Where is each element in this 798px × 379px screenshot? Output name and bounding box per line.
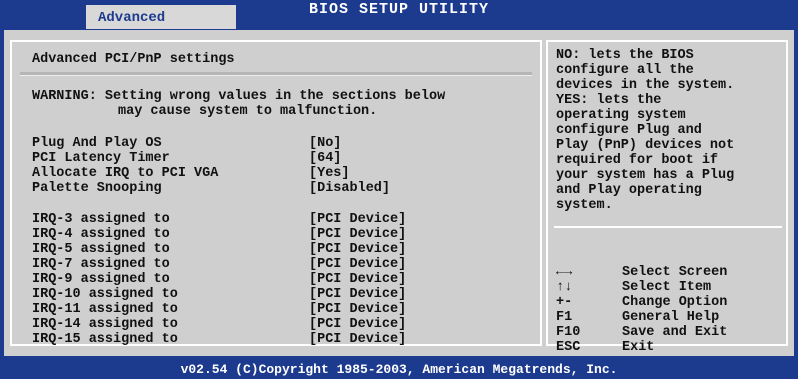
help-line: devices in the system. xyxy=(556,78,735,93)
help-line: operating system xyxy=(556,108,686,123)
irq-11-value[interactable]: [PCI Device] xyxy=(309,302,406,317)
bios-frame: Advanced PCI/PnP settings WARNING: Setti… xyxy=(4,30,794,356)
irq-10-value[interactable]: [PCI Device] xyxy=(309,287,406,302)
irq-5-label: IRQ-5 assigned to xyxy=(32,242,170,257)
irq-3-label: IRQ-3 assigned to xyxy=(32,212,170,227)
tab-advanced[interactable]: Advanced xyxy=(86,5,236,29)
setting-label-plug-and-play-os: Plug And Play OS xyxy=(32,136,162,151)
help-line: required for boot if xyxy=(556,153,719,168)
section-title: Advanced PCI/PnP settings xyxy=(32,52,235,67)
arrows-left-right-icon: ←→ xyxy=(556,265,573,280)
help-line: configure all the xyxy=(556,63,694,78)
irq-7-label: IRQ-7 assigned to xyxy=(32,257,170,272)
help-line: Play (PnP) devices not xyxy=(556,138,735,153)
help-line: your system has a Plug xyxy=(556,168,735,183)
help-line: configure Plug and xyxy=(556,123,702,138)
warning-line-2: may cause system to malfunction. xyxy=(118,104,378,119)
irq-11-label: IRQ-11 assigned to xyxy=(32,302,178,317)
irq-4-label: IRQ-4 assigned to xyxy=(32,227,170,242)
setting-value-palette-snooping[interactable]: [Disabled] xyxy=(309,181,390,196)
setting-label-palette-snooping: Palette Snooping xyxy=(32,181,162,196)
key-f1: F1 xyxy=(556,310,573,325)
key-action-change-option: Change Option xyxy=(622,295,728,310)
help-line: NO: lets the BIOS xyxy=(556,48,694,63)
warning-line-1: WARNING: Setting wrong values in the sec… xyxy=(32,89,446,104)
help-panel: NO: lets the BIOS configure all the devi… xyxy=(546,40,788,355)
irq-14-value[interactable]: [PCI Device] xyxy=(309,317,406,332)
key-action-select-item: Select Item xyxy=(622,280,712,295)
key-action-general-help: General Help xyxy=(622,310,720,325)
setting-value-pci-latency-timer[interactable]: [64] xyxy=(309,151,341,166)
help-line: system. xyxy=(556,198,613,213)
irq-14-label: IRQ-14 assigned to xyxy=(32,317,178,332)
key-action-exit: Exit xyxy=(622,340,655,355)
setting-label-allocate-irq: Allocate IRQ to PCI VGA xyxy=(32,166,219,181)
key-f10: F10 xyxy=(556,325,581,340)
key-esc: ESC xyxy=(556,340,581,355)
help-divider xyxy=(554,226,782,228)
irq-9-label: IRQ-9 assigned to xyxy=(32,272,170,287)
setting-label-pci-latency-timer: PCI Latency Timer xyxy=(32,151,170,166)
help-line: YES: lets the xyxy=(556,93,662,108)
arrows-up-down-icon: ↑↓ xyxy=(556,280,573,295)
irq-9-value[interactable]: [PCI Device] xyxy=(309,272,406,287)
key-plus-minus: +- xyxy=(556,295,573,310)
help-line: and Play operating xyxy=(556,183,702,198)
irq-3-value[interactable]: [PCI Device] xyxy=(309,212,406,227)
key-action-save-exit: Save and Exit xyxy=(622,325,728,340)
irq-10-label: IRQ-10 assigned to xyxy=(32,287,178,302)
settings-panel: Advanced PCI/PnP settings WARNING: Setti… xyxy=(10,40,542,347)
irq-15-label: IRQ-15 assigned to xyxy=(32,332,178,347)
irq-4-value[interactable]: [PCI Device] xyxy=(309,227,406,242)
setting-value-plug-and-play-os[interactable]: [No] xyxy=(309,136,341,151)
irq-7-value[interactable]: [PCI Device] xyxy=(309,257,406,272)
irq-5-value[interactable]: [PCI Device] xyxy=(309,242,406,257)
section-divider xyxy=(20,72,532,76)
irq-15-value[interactable]: [PCI Device] xyxy=(309,332,406,347)
key-action-select-screen: Select Screen xyxy=(622,265,728,280)
copyright-footer: v02.54 (C)Copyright 1985-2003, American … xyxy=(180,362,618,377)
setting-value-allocate-irq[interactable]: [Yes] xyxy=(309,166,350,181)
